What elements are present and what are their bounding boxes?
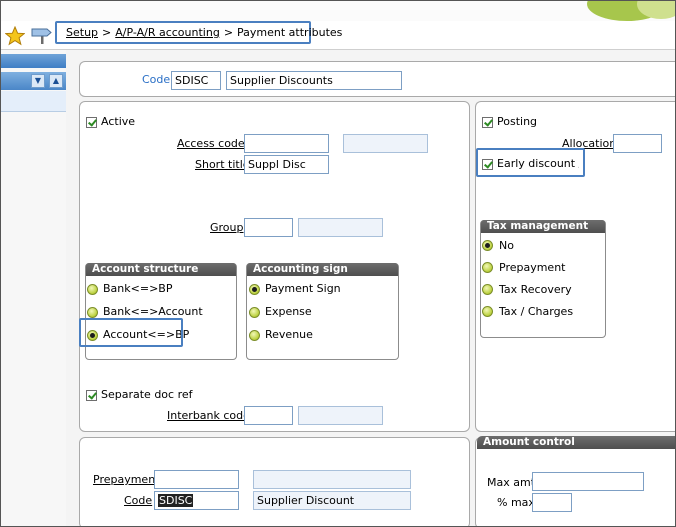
tax-management-title: Tax management	[481, 220, 605, 233]
scroll-down-icon[interactable]: ▼	[31, 74, 45, 88]
prepayment-code-field[interactable]: SDISC	[154, 491, 239, 510]
short-title-label: Short title	[195, 158, 250, 171]
amount-control-title: Amount control	[477, 436, 675, 449]
group-label: Group	[210, 221, 244, 234]
radio-account-bp-label: Account<=>BP	[103, 328, 190, 341]
radio-revenue[interactable]	[249, 330, 260, 341]
breadcrumb: Setup > A/P-A/R accounting > Payment att…	[55, 21, 342, 44]
breadcrumb-current-page: Payment attributes	[237, 26, 343, 39]
posting-label: Posting	[497, 115, 538, 128]
access-code-field[interactable]	[244, 134, 329, 153]
radio-tax-recovery-label: Tax Recovery	[499, 283, 572, 296]
interbank-code-description-field	[298, 406, 383, 425]
radio-tax-charges[interactable]	[482, 306, 493, 317]
early-discount-checkbox[interactable]	[482, 159, 493, 170]
top-band	[1, 1, 675, 21]
tax-management-group	[480, 220, 606, 338]
interbank-code-label: Interbank code	[167, 409, 250, 422]
prepayment-field[interactable]	[154, 470, 239, 489]
group-description-field	[298, 218, 383, 237]
prepayment-code-description-field: Supplier Discount	[253, 491, 411, 510]
accounting-sign-title: Accounting sign	[247, 263, 398, 276]
radio-account-bp[interactable]	[87, 330, 98, 341]
radio-expense-label: Expense	[265, 305, 312, 318]
prepayment-code-value: SDISC	[158, 494, 194, 507]
separate-doc-ref-checkbox[interactable]	[86, 390, 97, 401]
allocation-field[interactable]	[613, 134, 662, 153]
radio-tax-no[interactable]	[482, 240, 493, 251]
max-amt-label: Max amt	[487, 476, 536, 489]
radio-tax-charges-label: Tax / Charges	[499, 305, 574, 318]
prepayment-code-label: Code	[124, 494, 153, 507]
prepayment-label: Prepayment	[93, 473, 160, 486]
radio-tax-prepayment[interactable]	[482, 262, 493, 273]
description-field[interactable]: Supplier Discounts	[226, 71, 402, 90]
radio-bank-bp-label: Bank<=>BP	[103, 282, 173, 295]
active-label: Active	[101, 115, 136, 128]
signpost-icon[interactable]	[31, 26, 53, 44]
radio-revenue-label: Revenue	[265, 328, 313, 341]
pct-max-field[interactable]	[532, 493, 572, 512]
allocation-label: Allocation	[562, 137, 617, 150]
access-code-label: Access code	[177, 137, 245, 150]
radio-bank-bp[interactable]	[87, 284, 98, 295]
early-discount-label: Early discount / la	[497, 157, 579, 170]
app-window: Setup > A/P-A/R accounting > Payment att…	[0, 0, 676, 527]
radio-tax-no-label: No	[499, 239, 514, 252]
max-amt-field[interactable]	[532, 472, 644, 491]
left-panel	[1, 50, 66, 526]
breadcrumb-separator: >	[102, 26, 112, 39]
access-code-description-field	[343, 134, 428, 153]
breadcrumb-ap-ar-accounting[interactable]: A/P-A/R accounting	[115, 26, 220, 39]
favorite-star-icon[interactable]	[5, 26, 25, 46]
radio-bank-account[interactable]	[87, 307, 98, 318]
code-field[interactable]: SDISC	[171, 71, 221, 90]
breadcrumb-setup[interactable]: Setup	[66, 26, 98, 39]
scroll-up-icon[interactable]: ▲	[49, 74, 63, 88]
radio-payment-sign-label: Payment Sign	[265, 282, 341, 295]
radio-tax-recovery[interactable]	[482, 284, 493, 295]
left-panel-header	[1, 54, 66, 68]
group-field[interactable]	[244, 218, 293, 237]
radio-payment-sign[interactable]	[249, 284, 260, 295]
separate-doc-ref-label: Separate doc ref	[101, 388, 193, 401]
radio-expense[interactable]	[249, 307, 260, 318]
interbank-code-field[interactable]	[244, 406, 293, 425]
posting-checkbox[interactable]	[482, 117, 493, 128]
prepayment-description-field	[253, 470, 411, 489]
breadcrumb-separator: >	[223, 26, 234, 39]
code-label: Code	[142, 73, 171, 86]
radio-bank-account-label: Bank<=>Account	[103, 305, 203, 318]
left-panel-row[interactable]	[1, 91, 66, 112]
pct-max-label: % max	[497, 496, 535, 509]
account-structure-title: Account structure	[86, 263, 236, 276]
radio-tax-prepayment-label: Prepayment	[499, 261, 566, 274]
active-checkbox[interactable]	[86, 117, 97, 128]
short-title-field[interactable]: Suppl Disc	[244, 155, 329, 174]
